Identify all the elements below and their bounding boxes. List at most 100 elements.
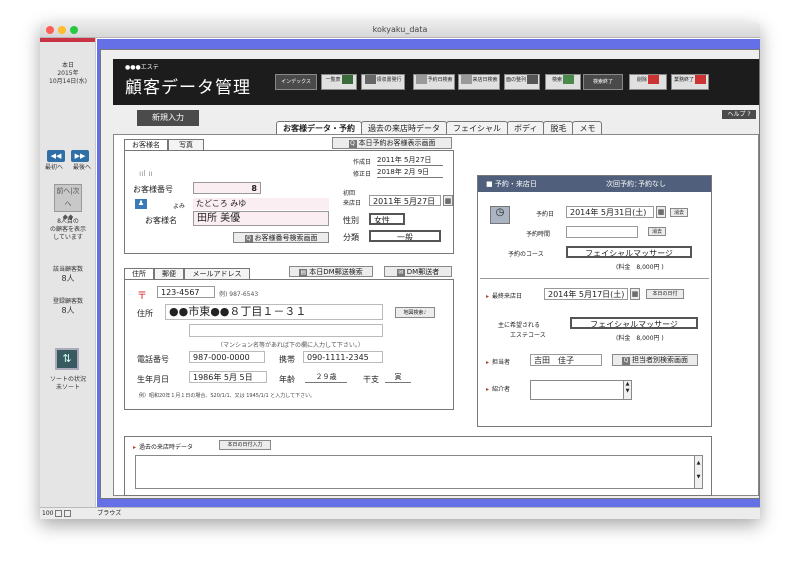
today-label: 本日 <box>61 62 74 69</box>
category-label: 分類 <box>343 233 359 242</box>
index-button[interactable]: インデックス <box>275 74 317 90</box>
mobile-label: 携帯 <box>279 355 295 364</box>
reserve-course-field[interactable]: フェイシャルマッサージ <box>566 246 692 258</box>
mobile-field[interactable]: 090-1111-2345 <box>303 351 383 363</box>
reserve-time-field[interactable] <box>566 226 638 238</box>
status-bar: 100 ブラウズ <box>40 507 760 519</box>
calendar-icon[interactable]: ▦ <box>656 206 666 218</box>
new-entry-button[interactable]: 新規入力 <box>137 110 199 126</box>
history-list[interactable]: ▲ ▼ <box>135 455 703 489</box>
total-count: 8人 <box>61 306 75 315</box>
pager-prev[interactable]: 前へ <box>56 187 70 195</box>
sidebar-accent <box>40 38 95 42</box>
exit-button[interactable]: 業務終了 <box>671 74 709 90</box>
wish-course-field[interactable]: フェイシャルマッサージ <box>570 317 698 329</box>
delete-icon <box>648 75 659 84</box>
reserve-panel: ■ 予約・来店日 次回予約： 予約なし ◷ 予約日 2014年 5月31日(土) ▦… <box>477 175 712 427</box>
staff-search-button[interactable]: Q 担当者別検索画面 <box>612 354 698 366</box>
arrange-label: 面の整列 <box>505 77 526 83</box>
tab-hair-removal[interactable]: 脱毛 <box>543 121 574 135</box>
introducer-scrollbar[interactable]: ▲ ▼ <box>623 381 631 399</box>
tab-body[interactable]: ボディ <box>507 121 545 135</box>
dm-person-button[interactable]: ✉ DM郵送者 <box>384 266 452 277</box>
last-visit-today-button[interactable]: 本日の日付 <box>646 289 684 299</box>
gender-label: 性別 <box>343 216 359 225</box>
reserve-search-label: 予約日検索 <box>427 77 453 83</box>
arrange-button[interactable]: 面の整列 <box>504 74 540 90</box>
wish-label: 主に希望される <box>498 322 541 329</box>
zoom-level: 100 <box>42 510 54 517</box>
last-visit-label-text: 最終来店日 <box>492 293 523 300</box>
created-date: 2011年 5月27日 <box>377 156 443 166</box>
form-frame: ●●●エステ 顧客データ管理 インデックス 一覧表 領収書発行 予約日検索 来店… <box>100 49 760 499</box>
dm-icon: ▤ <box>299 269 308 277</box>
customer-name-field[interactable]: 田所 美優 <box>193 211 329 226</box>
tab-history[interactable]: 過去の来店時データ <box>361 121 447 135</box>
staff-field[interactable]: 吉田 佳子 <box>530 354 602 366</box>
first-visit-field[interactable]: 2011年 5月27日 <box>369 195 441 206</box>
list-button[interactable]: 一覧表 <box>321 74 357 90</box>
wish-fee: (料金 8,000円 ) <box>616 335 664 342</box>
subtab-photo[interactable]: 写真 <box>168 139 204 150</box>
sidebar: 本日 2015年 10月14日(水) ◀◀ ▶▶ 最初へ 最後へ 前へ|次へ ◆◆… <box>40 38 96 507</box>
sort-icon[interactable]: ⇅ <box>55 348 79 370</box>
today-reserve-button[interactable]: Q 本日予約お客様表示画面 <box>332 137 452 149</box>
history-scrollbar[interactable]: ▲ ▼ <box>694 456 702 488</box>
visit-search-button[interactable]: 来店日検索 <box>458 74 500 90</box>
zoom-out-button[interactable] <box>55 510 63 517</box>
search-button[interactable]: 検索 <box>545 74 581 90</box>
receipt-label: 領収書発行 <box>376 77 402 83</box>
calendar-icon[interactable]: ▦ <box>630 288 640 300</box>
customer-number-search-button[interactable]: Q お客様番号検索画面 <box>233 232 329 243</box>
history-today-button[interactable]: 本日の日付入力 <box>219 440 271 450</box>
category-field[interactable]: 一般 <box>369 230 441 242</box>
staff-label: ▸ 担当者 <box>486 357 510 366</box>
next-reserve-label: 次回予約： <box>606 180 641 188</box>
subtab-name[interactable]: お客様名 <box>124 139 168 150</box>
dm-search-button[interactable]: ▤ 本日DM郵送検索 <box>289 266 373 277</box>
last-record-button[interactable]: ▶▶ <box>71 150 89 162</box>
last-visit-field[interactable]: 2014年 5月17日(土) <box>544 288 628 300</box>
subtab-post[interactable]: 郵便 <box>154 268 184 279</box>
search-end-button[interactable]: 検索終了 <box>583 74 623 90</box>
customer-number-field[interactable]: 8 <box>193 182 261 194</box>
tel-field[interactable]: 987-000-0000 <box>189 351 265 363</box>
zip-field[interactable]: 123-4567 <box>157 286 215 298</box>
first-record-button[interactable]: ◀◀ <box>47 150 65 162</box>
building-field[interactable] <box>189 324 383 337</box>
reserve-date-clear-button[interactable]: 消去 <box>670 208 688 217</box>
exit-icon <box>695 75 706 84</box>
zoom-button[interactable] <box>70 26 78 34</box>
help-button[interactable]: ヘルプ ? <box>722 110 756 119</box>
magnifier-icon <box>563 75 574 84</box>
tab-memo[interactable]: メモ <box>572 121 603 135</box>
zip-example: 例) 987-6543 <box>219 291 259 298</box>
close-button[interactable] <box>46 26 54 34</box>
record-pager[interactable]: 前へ|次へ ◆◆ <box>54 184 82 221</box>
tab-customer[interactable]: お客様データ・予約 <box>276 121 362 135</box>
address-field[interactable]: ●●市東●●８丁目１－３１ <box>165 304 383 320</box>
first-visit-label-2: 来店日 <box>343 200 362 207</box>
app-title: 顧客データ管理 <box>125 78 251 98</box>
gender-field[interactable]: 女性 <box>369 213 405 225</box>
reserve-date-field[interactable]: 2014年 5月31日(土) <box>566 206 654 218</box>
tab-facial[interactable]: フェイシャル <box>446 121 508 135</box>
mode-indicator[interactable]: ブラウズ <box>73 510 121 517</box>
minimize-button[interactable] <box>58 26 66 34</box>
app-window: kokyaku_data 本日 2015年 10月14日(水) ◀◀ ▶▶ 最初… <box>40 22 760 519</box>
birth-field[interactable]: 1986年 5月 5日 <box>189 371 267 383</box>
subtab-email[interactable]: メールアドレス <box>184 268 250 279</box>
reserve-search-button[interactable]: 予約日検索 <box>413 74 455 90</box>
introducer-list[interactable]: ▲ ▼ <box>530 380 632 400</box>
postal-mark-icon: 〒 <box>137 291 147 302</box>
delete-button[interactable]: 削除 <box>629 74 667 90</box>
reserve-time-clear-button[interactable]: 消去 <box>648 227 666 236</box>
yomi-field[interactable]: たどころ みゆ <box>193 198 329 210</box>
subtab-address[interactable]: 住所 <box>124 268 154 279</box>
calendar-icon[interactable]: ▦ <box>443 195 453 206</box>
reserve-course-label: 予約のコース <box>508 251 544 258</box>
zoom-in-button[interactable] <box>64 510 72 517</box>
sort-status-label: ソートの状況 <box>49 376 86 383</box>
receipt-button[interactable]: 領収書発行 <box>361 74 405 90</box>
map-search-button[interactable]: 地図検索♪ <box>395 307 435 318</box>
